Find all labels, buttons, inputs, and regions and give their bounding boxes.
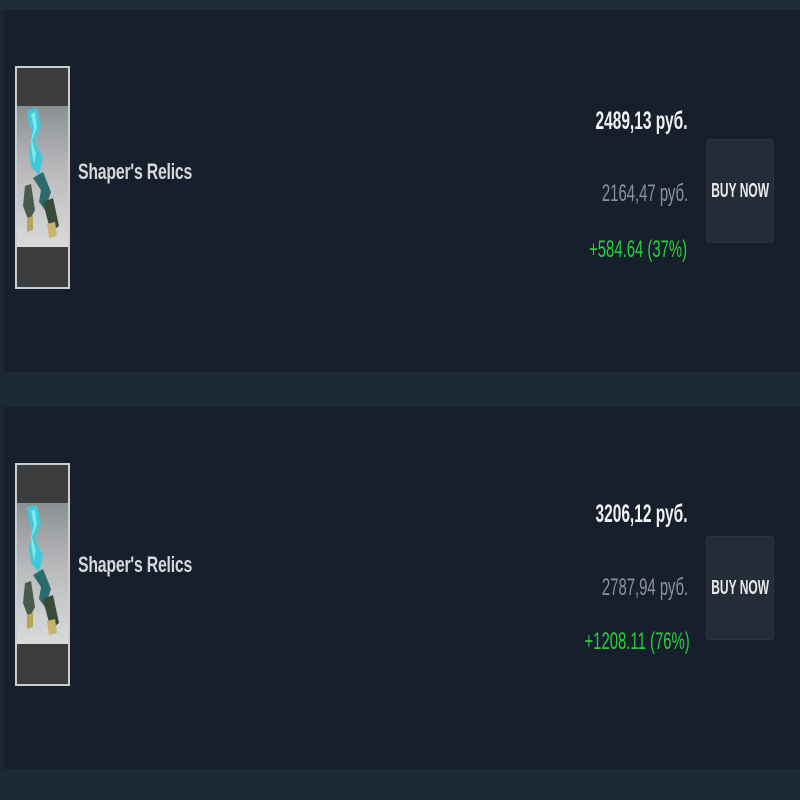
item-name[interactable]: Shaper's Relics	[78, 159, 192, 185]
item-thumbnail[interactable]	[15, 463, 70, 686]
listing-separator	[0, 372, 800, 407]
relic-item-icon	[23, 108, 59, 238]
price-change: +584.64 (37%)	[588, 236, 687, 263]
buy-now-label: BUY NOW	[711, 576, 769, 599]
top-divider	[0, 0, 800, 10]
listing-card: Shaper's Relics 3206,12 руб. 2787,94 руб…	[4, 407, 800, 769]
market-listings-page: Shaper's Relics 2489,13 руб. 2164,47 руб…	[0, 0, 800, 800]
price-change: +1208.11 (76%)	[584, 628, 690, 655]
relic-item-icon	[23, 505, 59, 635]
current-price: 3206,12 руб.	[595, 500, 688, 528]
buy-now-button[interactable]: BUY NOW	[706, 139, 774, 243]
buy-now-button[interactable]: BUY NOW	[706, 536, 774, 640]
buy-now-label: BUY NOW	[711, 179, 769, 202]
listing-card: Shaper's Relics 2489,13 руб. 2164,47 руб…	[4, 10, 800, 372]
listing-separator	[0, 769, 800, 800]
previous-price: 2164,47 руб.	[601, 180, 688, 207]
previous-price: 2787,94 руб.	[601, 574, 688, 601]
item-thumbnail[interactable]	[15, 66, 70, 289]
item-name[interactable]: Shaper's Relics	[78, 552, 192, 578]
current-price: 2489,13 руб.	[595, 107, 688, 135]
